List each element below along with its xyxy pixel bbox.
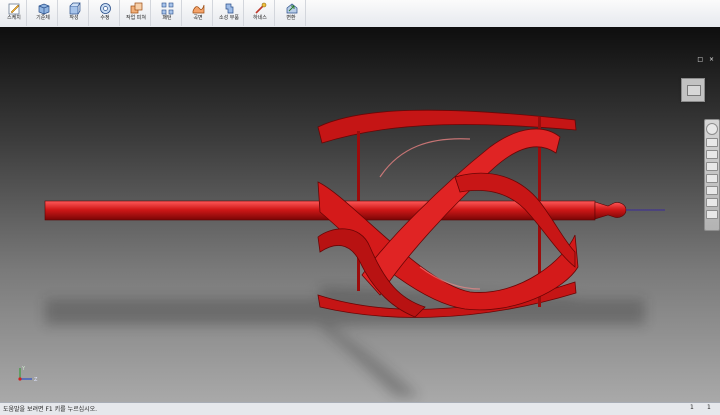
work-feature-icon — [130, 2, 142, 14]
create-label: 작성 — [69, 15, 79, 21]
view-cube[interactable] — [681, 78, 705, 102]
harness-button[interactable]: 하네스 — [246, 0, 275, 26]
create-button[interactable]: 작성 — [60, 0, 89, 26]
convert-label: 변환 — [286, 15, 296, 21]
work-feature-button[interactable]: 작업 피쳐 — [122, 0, 151, 26]
convert-icon — [286, 3, 297, 14]
view-face-button[interactable] — [706, 174, 718, 183]
plastic-part-button[interactable]: 소성 부품 — [215, 0, 244, 26]
orbit-button[interactable] — [706, 162, 718, 171]
modify-label: 수정 — [100, 15, 110, 21]
box-primitive-icon — [38, 3, 49, 15]
pattern-button[interactable]: 패턴 — [153, 0, 182, 26]
harness-label: 하네스 — [253, 15, 267, 21]
ribbon-highlight — [379, 138, 471, 178]
surface-button[interactable]: 곡면 — [184, 0, 213, 26]
extrude-icon — [69, 2, 81, 15]
view-cube-face[interactable] — [687, 85, 701, 96]
modify-icon — [99, 3, 111, 14]
axis-triad: Y Z — [18, 366, 38, 383]
status-help-text: 도움말을 보려면 F1 키를 누르십시오. — [3, 406, 98, 413]
zoom-window-button[interactable] — [706, 210, 718, 219]
pattern-label: 패턴 — [162, 15, 172, 21]
navigation-bar — [704, 119, 720, 231]
window-controls[interactable]: □ × — [697, 56, 716, 63]
sketch-button[interactable]: 스케치 — [2, 0, 27, 26]
surface-icon — [192, 4, 204, 14]
work-feature-label: 작업 피쳐 — [126, 15, 146, 21]
status-count-2: 1 — [707, 404, 711, 411]
plastic-part-label: 소성 부품 — [219, 15, 239, 21]
primitive-label: 기준체 — [36, 15, 50, 21]
convert-button[interactable]: 변환 — [277, 0, 306, 26]
pattern-icon — [161, 2, 173, 15]
look-at-button[interactable] — [706, 186, 718, 195]
status-bar: 도움말을 보려면 F1 키를 누르십시오. 1 1 — [0, 402, 720, 415]
ribbon-toolbar: 스케치 기준체 작성 수정 작업 피쳐 패턴 곡면 소성 부품 하네스 변환 — [0, 0, 720, 28]
shaft-tip — [594, 201, 627, 220]
surface-label: 곡면 — [193, 15, 203, 21]
status-count-1: 1 — [690, 404, 694, 411]
modify-button[interactable]: 수정 — [91, 0, 120, 26]
graphics-viewport[interactable]: □ × Y Z — [0, 27, 720, 402]
steering-wheel-button[interactable] — [706, 123, 718, 135]
ribbon-tools: 스케치 기준체 작성 수정 작업 피쳐 패턴 곡면 소성 부품 하네스 변환 — [0, 0, 306, 27]
plastic-part-icon — [225, 3, 233, 14]
sketch-icon — [8, 3, 19, 15]
axis-z-label: Z — [34, 377, 38, 383]
model-scene[interactable] — [0, 27, 720, 402]
primitive-button[interactable]: 기준체 — [29, 0, 58, 26]
axis-y-label: Y — [21, 366, 26, 372]
zoom-all-button[interactable] — [706, 198, 718, 207]
sketch-label: 스케치 — [7, 15, 21, 21]
zoom-button[interactable] — [706, 150, 718, 159]
pan-button[interactable] — [706, 138, 718, 147]
harness-icon — [254, 2, 266, 14]
